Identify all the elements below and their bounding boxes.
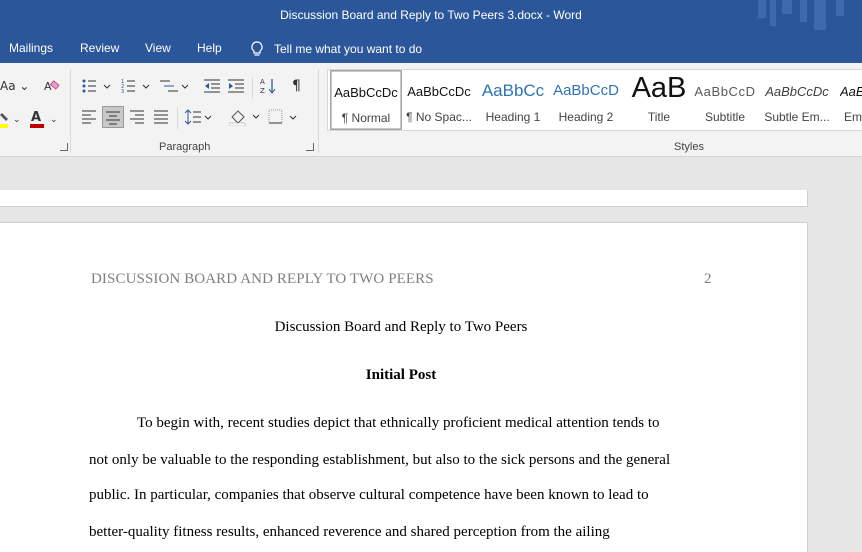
page-number: 2: [704, 271, 712, 287]
align-right-icon[interactable]: [130, 110, 146, 124]
style-sample: AaBbCcDc: [334, 85, 398, 100]
body-line: To begin with, recent studies depict tha…: [137, 415, 660, 431]
style-sample: AaBbCcD: [553, 82, 619, 99]
tab-help[interactable]: Help: [197, 41, 222, 55]
tell-me-label: Tell me what you want to do: [274, 42, 423, 56]
document-title: Discussion Board and Reply to Two Peers: [274, 319, 528, 335]
numbering-icon[interactable]: 1 2 3: [121, 78, 155, 94]
style-no-spacing[interactable]: AaBbCcDc ¶ No Spac...: [403, 70, 475, 130]
window-title: Discussion Board and Reply to Two Peers …: [280, 8, 582, 22]
style-name: Heading 1: [485, 110, 541, 124]
body-line: better-quality fitness results, enhanced…: [89, 524, 610, 540]
change-case-button[interactable]: Aa ⌄: [0, 79, 29, 93]
tab-view[interactable]: View: [145, 41, 171, 55]
style-normal[interactable]: AaBbCcDc ¶ Normal: [330, 70, 402, 130]
svg-text:A: A: [44, 80, 52, 93]
sort-icon[interactable]: AZ: [260, 77, 278, 95]
style-sample: AaBl: [840, 84, 862, 99]
style-name: Subtitle: [704, 110, 746, 124]
style-subtitle[interactable]: AaBbCcD Subtitle: [689, 70, 761, 130]
paragraph-dialog-launcher-icon[interactable]: [306, 143, 314, 151]
tell-me-box[interactable]: Tell me what you want to do: [250, 41, 422, 57]
ribbon-tabs: Mailings Review View Help Tell me what y…: [0, 33, 862, 63]
align-center-button[interactable]: [102, 106, 124, 128]
svg-text:A: A: [260, 78, 265, 86]
shading-icon[interactable]: [229, 108, 263, 126]
show-formatting-marks-icon[interactable]: ¶: [292, 79, 301, 93]
style-name: ¶ Normal: [341, 111, 391, 125]
style-sample: AaBbCc: [481, 81, 545, 100]
style-sample: AaBbCcDc: [407, 84, 471, 99]
bullets-icon[interactable]: [82, 78, 116, 94]
divider: [252, 77, 253, 99]
styles-group-label: Styles: [674, 141, 704, 153]
borders-icon[interactable]: [268, 109, 302, 125]
document-page[interactable]: DISCUSSION BOARD AND REPLY TO TWO PEERS …: [0, 222, 808, 552]
style-sample: AaB: [631, 72, 687, 104]
styles-gallery: AaBbCcDc ¶ Normal AaBbCcDc ¶ No Spac... …: [327, 69, 862, 131]
align-left-icon[interactable]: [82, 110, 98, 124]
tab-mailings[interactable]: Mailings: [9, 41, 53, 55]
style-name: Subtle Em...: [764, 110, 830, 124]
document-gutter: [809, 157, 862, 543]
style-sample: AaBbCcDc: [765, 84, 829, 99]
font-color-icon[interactable]: A: [28, 109, 48, 129]
svg-text:3: 3: [121, 89, 124, 94]
divider: [177, 107, 178, 129]
section-heading: Initial Post: [365, 367, 437, 383]
title-bar: Discussion Board and Reply to Two Peers …: [0, 0, 862, 33]
align-center-icon: [106, 111, 120, 125]
multilevel-list-icon[interactable]: [160, 78, 194, 94]
line-spacing-icon[interactable]: [185, 109, 215, 125]
paragraph-group-label: Paragraph: [159, 141, 211, 153]
lightbulb-icon: [251, 41, 263, 56]
tab-review[interactable]: Review: [80, 41, 119, 55]
running-head: DISCUSSION BOARD AND REPLY TO TWO PEERS: [91, 271, 434, 287]
style-heading-2[interactable]: AaBbCcD Heading 2: [550, 70, 622, 130]
style-emphasis[interactable]: AaBl Em: [834, 70, 862, 130]
style-heading-1[interactable]: AaBbCc Heading 1: [477, 70, 549, 130]
previous-page-bottom: [0, 190, 808, 207]
font-dialog-launcher-icon[interactable]: [60, 143, 68, 151]
group-divider: [70, 69, 71, 153]
style-name: Em: [844, 110, 862, 124]
group-divider: [318, 69, 319, 153]
clear-formatting-icon[interactable]: A: [44, 78, 60, 94]
style-name: Heading 2: [558, 110, 614, 124]
style-sample: AaBbCcD: [694, 84, 756, 99]
body-line: not only be valuable to the responding e…: [89, 452, 671, 468]
body-line: public. In particular, companies that ob…: [89, 487, 649, 503]
increase-indent-icon[interactable]: [228, 78, 246, 94]
highlight-dropdown-icon[interactable]: ⌄: [13, 113, 21, 127]
justify-icon[interactable]: [154, 110, 170, 124]
style-subtle-emphasis[interactable]: AaBbCcDc Subtle Em...: [761, 70, 833, 130]
font-color-dropdown-icon[interactable]: ⌄: [50, 113, 58, 127]
decrease-indent-icon[interactable]: [204, 78, 222, 94]
ribbon: Aa ⌄ A ⌄ A ⌄ 1 2 3 A Z ¶ Paragraph AaBbC…: [0, 63, 862, 157]
titlebar-decoration: [758, 0, 844, 30]
svg-text:Z: Z: [260, 87, 265, 95]
style-name: ¶ No Spac...: [406, 110, 472, 124]
style-title[interactable]: AaB Title: [623, 70, 695, 130]
svg-text:A: A: [31, 110, 41, 125]
style-name: Title: [647, 110, 671, 124]
